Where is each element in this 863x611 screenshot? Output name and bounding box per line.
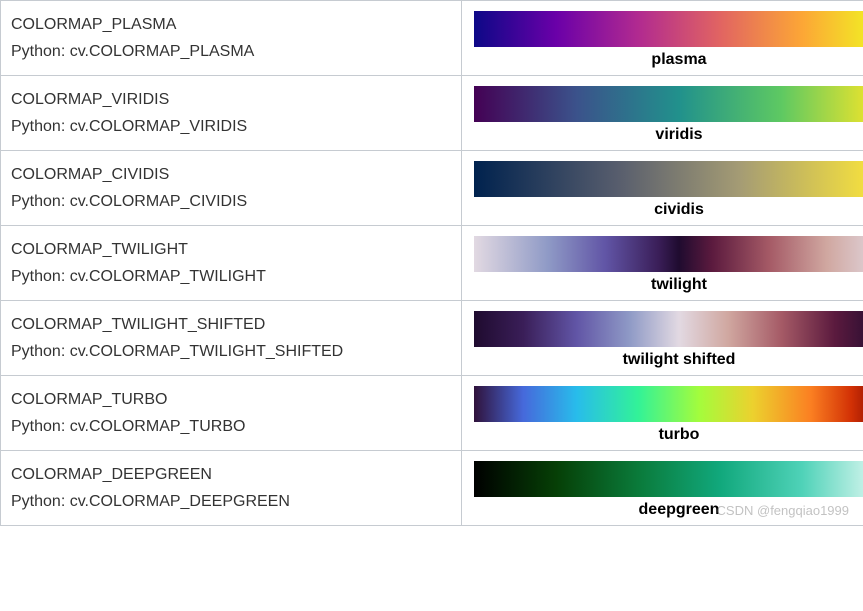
table-row: COLORMAP_PLASMA Python: cv.COLORMAP_PLAS… <box>1 1 863 76</box>
enum-name: COLORMAP_PLASMA <box>11 11 451 38</box>
cell-swatch: cividis <box>462 151 863 226</box>
cell-name: COLORMAP_CIVIDIS Python: cv.COLORMAP_CIV… <box>1 151 462 226</box>
table-row: COLORMAP_DEEPGREEN Python: cv.COLORMAP_D… <box>1 451 863 526</box>
cell-swatch: viridis <box>462 76 863 151</box>
cell-name: COLORMAP_DEEPGREEN Python: cv.COLORMAP_D… <box>1 451 462 526</box>
colormap-table: COLORMAP_PLASMA Python: cv.COLORMAP_PLAS… <box>0 0 863 526</box>
colormap-caption: deepgreen <box>474 501 863 519</box>
colormap-swatch <box>474 86 863 122</box>
enum-name: COLORMAP_VIRIDIS <box>11 86 451 113</box>
colormap-swatch <box>474 11 863 47</box>
cell-name: COLORMAP_TURBO Python: cv.COLORMAP_TURBO <box>1 376 462 451</box>
enum-name: COLORMAP_TWILIGHT_SHIFTED <box>11 311 451 338</box>
cell-name: COLORMAP_VIRIDIS Python: cv.COLORMAP_VIR… <box>1 76 462 151</box>
colormap-caption: plasma <box>474 51 863 69</box>
colormap-swatch <box>474 311 863 347</box>
colormap-caption: viridis <box>474 126 863 144</box>
cell-swatch: twilight <box>462 226 863 301</box>
cell-name: COLORMAP_TWILIGHT_SHIFTED Python: cv.COL… <box>1 301 462 376</box>
python-name: Python: cv.COLORMAP_TWILIGHT_SHIFTED <box>11 338 451 365</box>
colormap-swatch <box>474 461 863 497</box>
colormap-swatch <box>474 386 863 422</box>
python-name: Python: cv.COLORMAP_TWILIGHT <box>11 263 451 290</box>
python-name: Python: cv.COLORMAP_DEEPGREEN <box>11 488 451 515</box>
python-name: Python: cv.COLORMAP_PLASMA <box>11 38 451 65</box>
python-name: Python: cv.COLORMAP_CIVIDIS <box>11 188 451 215</box>
table-row: COLORMAP_VIRIDIS Python: cv.COLORMAP_VIR… <box>1 76 863 151</box>
python-name: Python: cv.COLORMAP_TURBO <box>11 413 451 440</box>
table-row: COLORMAP_TWILIGHT_SHIFTED Python: cv.COL… <box>1 301 863 376</box>
colormap-caption: twilight <box>474 276 863 294</box>
colormap-caption: twilight shifted <box>474 351 863 369</box>
colormap-caption: turbo <box>474 426 863 444</box>
colormap-caption: cividis <box>474 201 863 219</box>
python-name: Python: cv.COLORMAP_VIRIDIS <box>11 113 451 140</box>
cell-swatch: turbo <box>462 376 863 451</box>
enum-name: COLORMAP_TURBO <box>11 386 451 413</box>
cell-swatch: twilight shifted <box>462 301 863 376</box>
enum-name: COLORMAP_CIVIDIS <box>11 161 451 188</box>
cell-name: COLORMAP_TWILIGHT Python: cv.COLORMAP_TW… <box>1 226 462 301</box>
table-row: COLORMAP_TURBO Python: cv.COLORMAP_TURBO… <box>1 376 863 451</box>
table-row: COLORMAP_TWILIGHT Python: cv.COLORMAP_TW… <box>1 226 863 301</box>
enum-name: COLORMAP_DEEPGREEN <box>11 461 451 488</box>
cell-swatch: plasma <box>462 1 863 76</box>
colormap-swatch <box>474 236 863 272</box>
table-row: COLORMAP_CIVIDIS Python: cv.COLORMAP_CIV… <box>1 151 863 226</box>
cell-name: COLORMAP_PLASMA Python: cv.COLORMAP_PLAS… <box>1 1 462 76</box>
cell-swatch: deepgreen <box>462 451 863 526</box>
enum-name: COLORMAP_TWILIGHT <box>11 236 451 263</box>
colormap-swatch <box>474 161 863 197</box>
